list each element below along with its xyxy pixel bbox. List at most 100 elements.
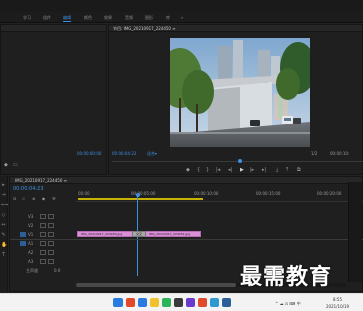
- export-frame-icon[interactable]: ⧉: [297, 167, 301, 173]
- razor-tool-icon[interactable]: ◇: [1, 212, 6, 218]
- sequence-tab[interactable]: IMG_20210917_224450 ≡: [15, 178, 67, 183]
- taskbar-app-icon-2[interactable]: [138, 298, 147, 307]
- tab-color[interactable]: 颜色: [84, 15, 92, 21]
- taskbar-app-icon-6[interactable]: [186, 298, 195, 307]
- add-marker-icon[interactable]: ◆: [186, 167, 190, 173]
- workspace-overflow-icon[interactable]: »: [181, 15, 183, 20]
- track-label: A3: [28, 259, 34, 264]
- tab-libraries[interactable]: 库: [166, 15, 170, 21]
- clip-label: IMG_20210917_224451.jpg: [149, 232, 191, 236]
- system-tray[interactable]: ^ ☁ ⊡ ⌨ 中: [275, 301, 301, 306]
- mark-out-icon[interactable]: }: [206, 167, 209, 173]
- selection-tool-icon[interactable]: ▸: [1, 182, 6, 188]
- nest-toggle-icon[interactable]: ⊟: [13, 196, 16, 201]
- timeline-header: IMG_20210917_224450 ≡: [10, 177, 362, 184]
- timeline-timecode[interactable]: 00:00:04:23: [13, 186, 44, 192]
- track-eye-icon[interactable]: [48, 232, 54, 237]
- type-tool-icon[interactable]: T: [1, 252, 6, 258]
- program-timecode[interactable]: 00:00:04:23: [112, 151, 136, 156]
- tab-effects[interactable]: 效果: [104, 15, 112, 21]
- audio-meter: [348, 182, 362, 282]
- go-to-in-icon[interactable]: |◂: [216, 167, 220, 173]
- ripple-edit-tool-icon[interactable]: ⟺: [1, 202, 8, 208]
- solo-toggle[interactable]: [48, 241, 54, 246]
- ruler-label: 00:00:15:00: [256, 191, 281, 196]
- timeline-clip[interactable]: IMG_20210917_224450.jpg: [77, 231, 137, 237]
- play-icon[interactable]: ▶: [240, 167, 244, 173]
- track-select-tool-icon[interactable]: ⇥: [1, 192, 6, 198]
- clock-date[interactable]: 2021/10/19: [326, 304, 349, 309]
- clock-time[interactable]: 8:55: [333, 297, 342, 302]
- lift-icon[interactable]: ⤓: [276, 167, 278, 173]
- ruler-label: 00:00:05:00: [131, 191, 156, 196]
- taskbar-app-icon-4[interactable]: [162, 298, 171, 307]
- clip-label: IMG_20210917_224450.jpg: [81, 232, 123, 236]
- taskbar-app-icon-7[interactable]: [198, 298, 207, 307]
- tab-assembly[interactable]: 组件: [43, 15, 51, 21]
- tab-graphics[interactable]: 图形: [145, 15, 153, 21]
- track-v2: V2: [10, 222, 74, 230]
- track-eye-icon[interactable]: [48, 214, 54, 219]
- step-forward-icon[interactable]: |▸: [250, 167, 254, 173]
- solo-toggle[interactable]: [48, 259, 54, 264]
- pen-tool-icon[interactable]: ✎: [1, 232, 6, 238]
- wrench-icon[interactable]: ⚒: [52, 196, 56, 201]
- timeline-scroll-thumb[interactable]: [76, 283, 236, 287]
- solo-toggle[interactable]: [48, 250, 54, 255]
- track-label: V1: [28, 232, 34, 237]
- master-volume[interactable]: 0.0: [54, 268, 60, 273]
- taskbar-app-icon-8[interactable]: [210, 298, 219, 307]
- track-divider: [10, 239, 363, 240]
- master-track: 主声道 0.0: [10, 267, 74, 275]
- windows-start-icon[interactable]: [113, 298, 123, 307]
- program-playhead-marker[interactable]: [238, 159, 242, 163]
- mute-toggle[interactable]: [40, 241, 46, 246]
- track-eye-icon[interactable]: [48, 223, 54, 228]
- resolution-select[interactable]: 1/2: [311, 151, 317, 156]
- tab-learn[interactable]: 学习: [23, 15, 31, 21]
- tools-panel: ▸ ⇥ ⟺ ◇ ↔ ✎ ✋ T: [0, 176, 8, 292]
- snap-icon[interactable]: ⊂: [22, 196, 25, 201]
- mute-toggle[interactable]: [40, 250, 46, 255]
- extract-icon[interactable]: ⤒: [286, 167, 288, 173]
- program-duration: 00:00:10:: [330, 151, 350, 156]
- premiere-taskbar-icon[interactable]: [222, 298, 231, 307]
- program-scrub-bar[interactable]: [112, 159, 363, 163]
- workspace-bar: 学习 组件 编辑 颜色 效果 音频 图形 库 »: [0, 12, 363, 23]
- fit-label: 适合: [147, 151, 155, 156]
- tab-audio[interactable]: 音频: [125, 15, 133, 21]
- taskbar-app-icon-5[interactable]: [174, 298, 183, 307]
- master-label: 主声道: [26, 268, 38, 273]
- sync-lock-toggle[interactable]: [40, 232, 46, 237]
- mute-toggle[interactable]: [40, 259, 46, 264]
- program-header: 节目: IMG_20210917_224450 ≡: [109, 25, 362, 32]
- taskbar-app-icon-3[interactable]: [150, 298, 159, 307]
- step-back-icon[interactable]: ◂|: [228, 167, 232, 173]
- slip-tool-icon[interactable]: ↔: [1, 222, 6, 228]
- hand-tool-icon[interactable]: ✋: [1, 242, 7, 248]
- watermark-text: 最需教育: [240, 264, 333, 290]
- fit-dropdown[interactable]: 适合▾: [147, 151, 157, 156]
- time-ruler[interactable]: 00:00 00:00:05:00 00:00:10:00 00:00:15:0…: [76, 188, 363, 202]
- mark-in-icon[interactable]: {: [197, 167, 200, 173]
- track-label: A2: [28, 250, 34, 255]
- ruler-label: 00:00:20:00: [317, 191, 342, 196]
- sync-lock-toggle[interactable]: [40, 223, 46, 228]
- windows-taskbar: ^ ☁ ⊡ ⌨ 中 8:55 2021/10/19: [0, 293, 363, 311]
- taskbar-app-icon-1[interactable]: [126, 298, 135, 307]
- transition-block[interactable]: 交叉: [132, 231, 146, 237]
- sync-lock-toggle[interactable]: [40, 214, 46, 219]
- linked-selection-icon[interactable]: ⊗: [32, 196, 35, 201]
- source-patch-v1[interactable]: [20, 232, 26, 237]
- source-clip-icon[interactable]: ▭: [13, 162, 18, 168]
- work-area-bar[interactable]: [78, 198, 203, 200]
- go-to-out-icon[interactable]: ▸|: [262, 167, 266, 173]
- timeline-clip[interactable]: IMG_20210917_224451.jpg: [145, 231, 201, 237]
- fit-chevron-icon: ▾: [155, 151, 158, 156]
- tab-editing[interactable]: 编辑: [63, 15, 71, 22]
- ruler-label: 00:00: [78, 191, 90, 196]
- add-marker-icon-timeline[interactable]: ◆: [42, 196, 45, 201]
- track-a2: A2: [10, 249, 74, 257]
- source-marker-icon[interactable]: ◆: [4, 162, 8, 168]
- source-patch-a1[interactable]: [20, 241, 26, 246]
